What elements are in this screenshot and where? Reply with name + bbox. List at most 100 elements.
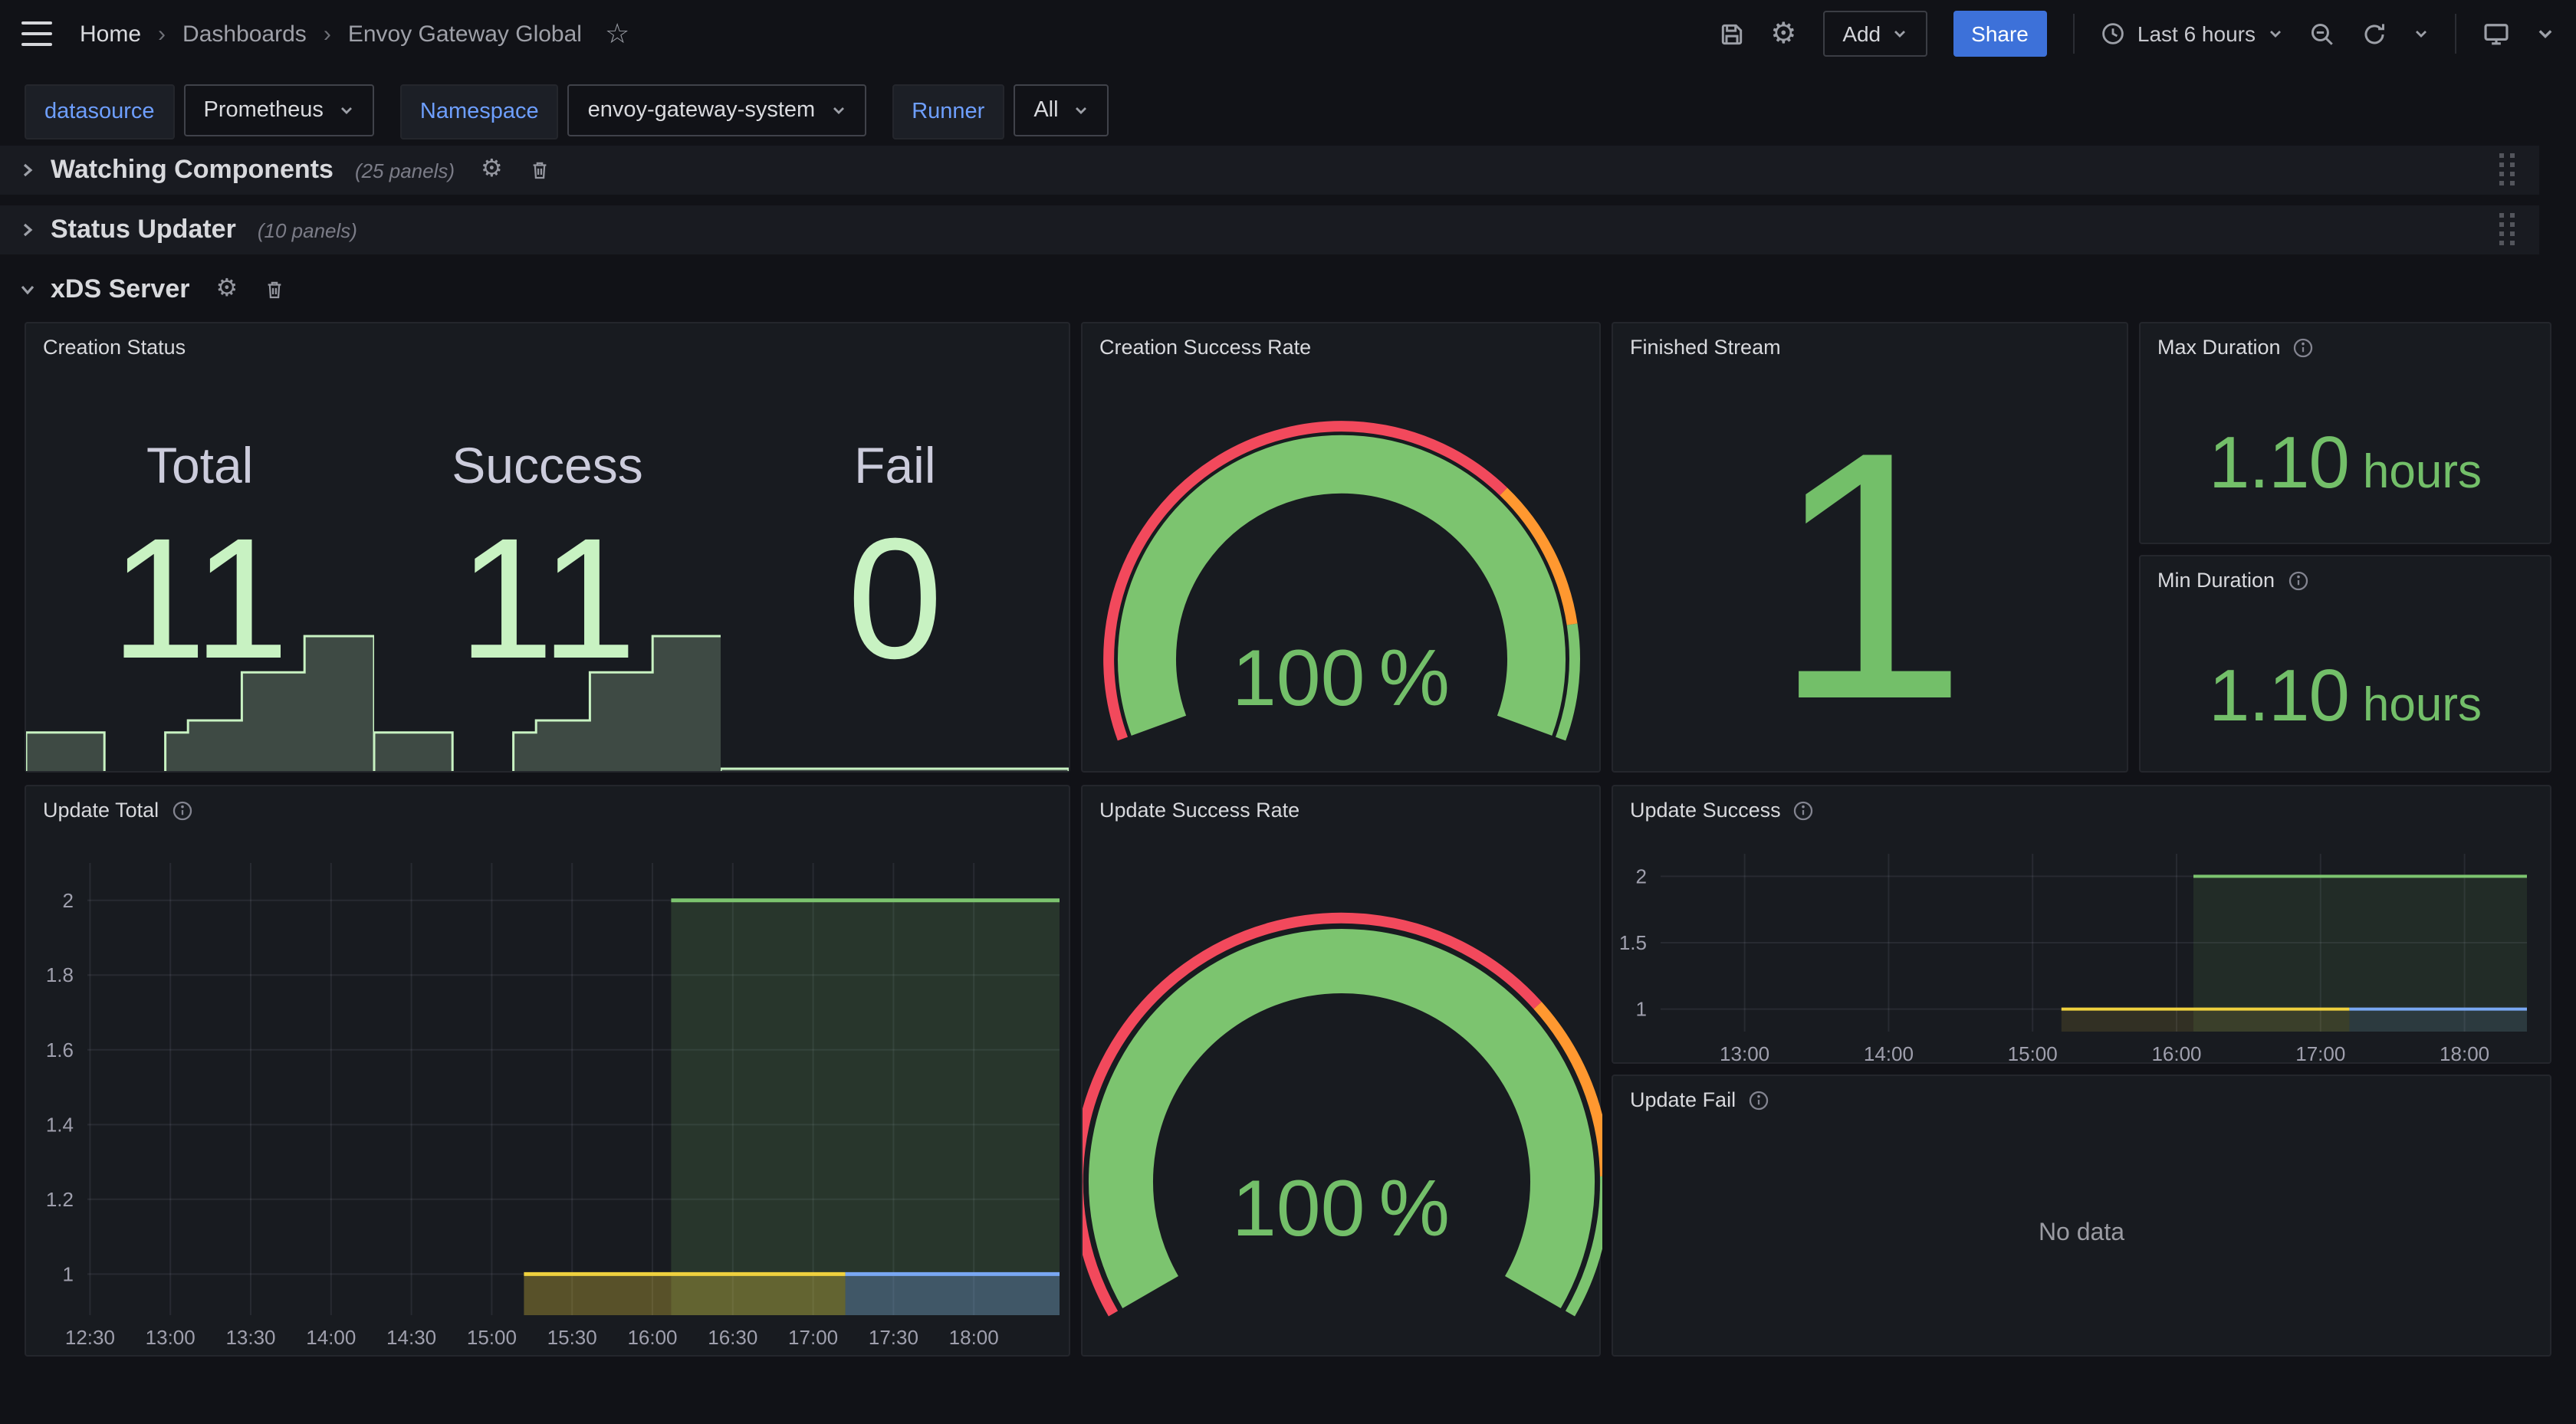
toolbar-overflow-chevron-icon[interactable] [2536, 25, 2555, 43]
row-drag-handle[interactable] [2499, 153, 2515, 187]
variable-namespace-select[interactable]: envoy-gateway-system [568, 84, 866, 136]
row-title: xDS Server [51, 274, 189, 305]
info-icon[interactable] [171, 799, 192, 821]
panel-update-success: Update Success 13:0014:0015:0016:0017:00… [1612, 785, 2551, 1064]
refresh-icon[interactable] [2361, 21, 2387, 47]
info-icon[interactable] [2293, 336, 2315, 358]
toolbar-divider [2455, 14, 2456, 54]
update-total-chart[interactable]: 12:3013:0013:3014:0014:3015:0015:3016:00… [26, 829, 1069, 1358]
gauge-value-unit: % [1379, 1170, 1451, 1249]
breadcrumb-home[interactable]: Home [80, 21, 141, 47]
row-panel-count: (25 panels) [355, 159, 455, 182]
panel-title[interactable]: Min Duration [2157, 567, 2275, 593]
panel-title[interactable]: Update Fail [1630, 1087, 1736, 1113]
favorite-star-icon[interactable]: ☆ [605, 20, 629, 48]
svg-text:1.2: 1.2 [46, 1188, 74, 1211]
chevron-down-icon [830, 103, 846, 118]
menu-toggle-icon[interactable] [21, 21, 52, 46]
info-icon[interactable] [1748, 1089, 1769, 1111]
toolbar-divider [2073, 14, 2075, 54]
dashboard-settings-gear-icon[interactable]: ⚙ [1770, 19, 1796, 48]
max-duration-value: 1.10 hours [2141, 360, 2550, 543]
save-dashboard-icon[interactable] [1718, 21, 1744, 47]
row-title: Status Updater [51, 215, 236, 245]
svg-text:17:00: 17:00 [788, 1326, 838, 1349]
share-button[interactable]: Share [1953, 11, 2047, 57]
variable-namespace: Namespace envoy-gateway-system [400, 84, 866, 139]
svg-text:13:00: 13:00 [1720, 1042, 1769, 1065]
row-header-xds-server[interactable]: xDS Server ⚙ [0, 270, 304, 310]
add-button[interactable]: Add [1822, 11, 1927, 57]
panel-title[interactable]: Update Total [43, 797, 159, 823]
svg-text:1: 1 [63, 1262, 74, 1285]
panel-title[interactable]: Update Success Rate [1099, 797, 1300, 823]
panel-creation-success-rate: Creation Success Rate 100% [1081, 322, 1601, 773]
stat-total: Total 11 [26, 360, 373, 771]
info-icon[interactable] [1793, 799, 1815, 821]
gauge-value-number: 100 [1232, 639, 1365, 719]
creation-status-stats: Total 11 Success 11 Fail 0 [26, 360, 1069, 771]
panel-min-duration: Min Duration 1.10 hours [2139, 555, 2551, 773]
update-success-chart[interactable]: 13:0014:0015:0016:0017:0018:0011.52 [1613, 823, 2550, 1065]
row-header-status-updater[interactable]: Status Updater (10 panels) [0, 205, 2539, 254]
panel-title[interactable]: Creation Status [43, 334, 186, 360]
panel-title[interactable]: Update Success [1630, 797, 1781, 823]
row-drag-handle[interactable] [2499, 213, 2515, 247]
svg-text:2: 2 [63, 889, 74, 912]
svg-text:14:00: 14:00 [306, 1326, 356, 1349]
row-settings-gear-icon[interactable]: ⚙ [215, 277, 238, 302]
panel-update-total: Update Total 12:3013:0013:3014:0014:3015… [25, 785, 1070, 1357]
variable-datasource-label: datasource [25, 84, 175, 139]
panel-update-fail: Update Fail No data [1612, 1075, 2551, 1357]
stat-value: 11 [110, 513, 289, 685]
panel-title[interactable]: Max Duration [2157, 334, 2281, 360]
panel-title[interactable]: Finished Stream [1630, 334, 1781, 360]
breadcrumb-current-dashboard[interactable]: Envoy Gateway Global [348, 21, 582, 47]
finished-stream-value: 1 [1613, 360, 2127, 771]
svg-text:15:00: 15:00 [2008, 1042, 2058, 1065]
svg-text:16:00: 16:00 [627, 1326, 677, 1349]
grafana-dashboard: Home › Dashboards › Envoy Gateway Global… [0, 0, 2576, 1424]
info-icon[interactable] [2287, 569, 2308, 591]
row-header-watching-components[interactable]: Watching Components (25 panels) ⚙ [0, 146, 2539, 195]
variable-runner-value: All [1033, 98, 1058, 123]
tv-mode-icon[interactable] [2482, 20, 2510, 48]
chevron-down-icon [1074, 103, 1089, 118]
svg-text:17:30: 17:30 [869, 1326, 918, 1349]
no-data-message: No data [1613, 1113, 2550, 1355]
gauge-value: 100% [1083, 639, 1599, 719]
add-button-label: Add [1842, 21, 1881, 46]
svg-text:2: 2 [1636, 865, 1647, 888]
variable-namespace-label: Namespace [400, 84, 559, 139]
panel-update-success-rate: Update Success Rate 100% [1081, 785, 1601, 1357]
zoom-out-time-icon[interactable] [2309, 21, 2335, 47]
refresh-interval-chevron-icon[interactable] [2413, 26, 2429, 41]
breadcrumb-separator: › [158, 21, 166, 47]
variable-namespace-value: envoy-gateway-system [588, 98, 816, 123]
chevron-down-icon [2268, 26, 2283, 41]
breadcrumb-dashboards[interactable]: Dashboards [182, 21, 307, 47]
variable-datasource-value: Prometheus [204, 98, 324, 123]
row-delete-trash-icon[interactable] [264, 279, 285, 300]
row-delete-trash-icon[interactable] [529, 159, 550, 181]
svg-text:12:30: 12:30 [65, 1326, 115, 1349]
svg-text:1: 1 [1636, 998, 1647, 1021]
row-panel-count: (10 panels) [258, 218, 357, 241]
min-duration-value: 1.10 hours [2141, 593, 2550, 771]
chevron-right-icon [18, 161, 37, 179]
panel-max-duration: Max Duration 1.10 hours [2139, 322, 2551, 544]
stat-label: Fail [854, 437, 935, 495]
stat-success: Success 11 [373, 360, 721, 771]
row-title: Watching Components [51, 155, 334, 185]
panel-title[interactable]: Creation Success Rate [1099, 334, 1311, 360]
duration-number: 1.10 [2209, 655, 2349, 739]
svg-text:13:30: 13:30 [225, 1326, 275, 1349]
variable-runner-select[interactable]: All [1014, 84, 1109, 136]
time-range-picker[interactable]: Last 6 hours [2101, 21, 2283, 46]
variable-datasource-select[interactable]: Prometheus [184, 84, 374, 136]
svg-text:18:00: 18:00 [2440, 1042, 2489, 1065]
gauge-value-number: 100 [1232, 1170, 1365, 1249]
variable-bar: datasource Prometheus Namespace envoy-ga… [25, 84, 1109, 139]
row-settings-gear-icon[interactable]: ⚙ [481, 158, 503, 182]
svg-text:13:00: 13:00 [146, 1326, 196, 1349]
